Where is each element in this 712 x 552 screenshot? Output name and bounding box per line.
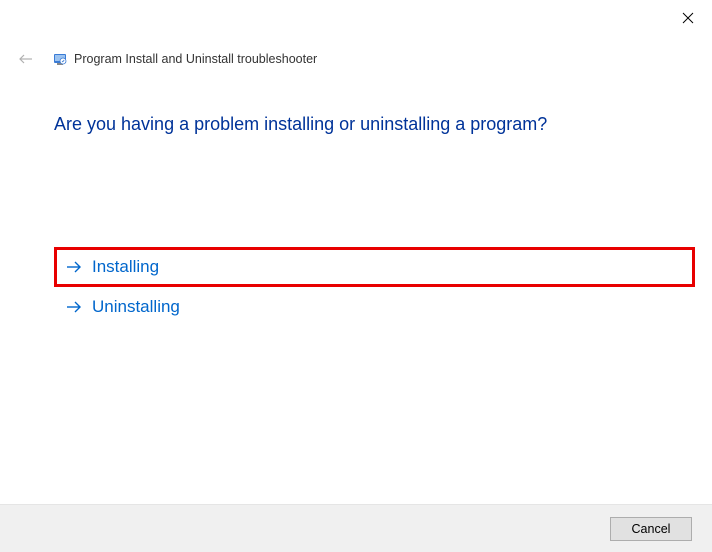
footer: Cancel bbox=[0, 504, 712, 552]
option-label: Uninstalling bbox=[92, 297, 180, 317]
close-icon bbox=[682, 12, 694, 24]
back-arrow-icon bbox=[18, 51, 34, 67]
options-list: Installing Uninstalling bbox=[54, 247, 695, 327]
header: Program Install and Uninstall troublesho… bbox=[16, 49, 317, 69]
option-uninstalling[interactable]: Uninstalling bbox=[54, 287, 695, 327]
page-title: Program Install and Uninstall troublesho… bbox=[74, 52, 317, 66]
option-label: Installing bbox=[92, 257, 159, 277]
back-button bbox=[16, 49, 36, 69]
app-icon bbox=[52, 51, 68, 67]
cancel-button[interactable]: Cancel bbox=[610, 517, 692, 541]
title-area: Program Install and Uninstall troublesho… bbox=[52, 51, 317, 67]
close-button[interactable] bbox=[678, 8, 698, 28]
option-installing[interactable]: Installing bbox=[54, 247, 695, 287]
question-heading: Are you having a problem installing or u… bbox=[54, 114, 547, 135]
arrow-right-icon bbox=[64, 257, 84, 277]
arrow-right-icon bbox=[64, 297, 84, 317]
